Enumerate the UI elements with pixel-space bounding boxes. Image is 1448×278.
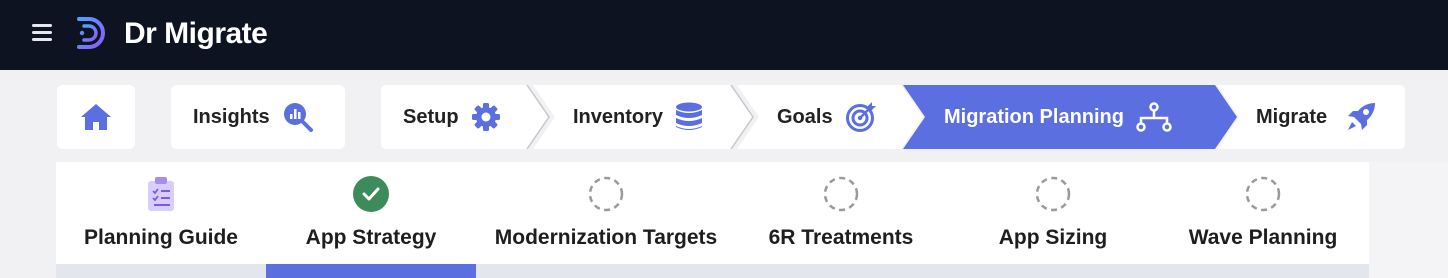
dr-migrate-logo-icon [76, 16, 106, 50]
step-goals[interactable]: Goals [777, 85, 877, 149]
top-app-bar: Dr Migrate [0, 0, 1448, 70]
tab-6r-treatments[interactable]: 6R Treatments [736, 162, 946, 264]
home-icon [81, 104, 111, 130]
stepper-background [381, 85, 1405, 149]
tab-planning-guide-label: Planning Guide [83, 226, 238, 249]
tab-app-strategy-label: App Strategy [305, 226, 437, 249]
gear-icon [471, 103, 500, 131]
dashed-circle-icon [823, 176, 859, 212]
tab-6r-treatments-label: 6R Treatments [768, 226, 914, 249]
sitemap-icon [1136, 102, 1172, 132]
step-inventory[interactable]: Inventory [573, 85, 703, 149]
step-setup[interactable]: Setup [403, 85, 501, 149]
step-migrate-label: Migrate [1256, 105, 1328, 128]
step-migrate[interactable]: Migrate [1256, 85, 1377, 149]
tab-app-strategy[interactable]: App Strategy [266, 162, 476, 264]
dashed-circle-icon [588, 176, 624, 212]
tab-modernization-targets[interactable]: Modernization Targets [476, 162, 736, 264]
target-icon [845, 102, 876, 132]
tab-wave-planning[interactable]: Wave Planning [1160, 162, 1366, 264]
panel-gutter [1369, 162, 1448, 278]
step-setup-label: Setup [403, 105, 459, 128]
dashed-circle-icon [1245, 176, 1281, 212]
process-stepper: Setup Inventory Goals Migration Planning… [381, 85, 1405, 149]
home-button[interactable] [57, 85, 135, 149]
tab-modernization-targets-label: Modernization Targets [494, 226, 718, 249]
insights-button[interactable]: Insights [171, 85, 345, 149]
step-inventory-label: Inventory [573, 105, 664, 128]
tab-app-sizing[interactable]: App Sizing [946, 162, 1160, 264]
dashed-circle-icon [1035, 176, 1071, 212]
tab-app-sizing-label: App Sizing [998, 226, 1108, 249]
clipboard-checklist-icon [143, 176, 179, 212]
step-migration-planning[interactable]: Migration Planning [944, 85, 1172, 149]
tab-wave-planning-label: Wave Planning [1188, 226, 1338, 249]
step-migration-planning-label: Migration Planning [944, 105, 1124, 128]
hamburger-menu-icon[interactable] [32, 22, 54, 42]
migration-step-nav: Insights Setup Inventory Goals Migration… [0, 84, 1448, 152]
rocket-icon [1348, 103, 1376, 130]
insights-label: Insights [193, 105, 270, 128]
tab-active-indicator [266, 264, 476, 278]
tab-progress-track [56, 264, 1369, 278]
check-circle-icon [353, 176, 389, 212]
database-icon [676, 102, 703, 130]
planning-subtabs: Planning Guide App Strategy Modernizatio… [56, 162, 1369, 278]
tab-planning-guide[interactable]: Planning Guide [56, 162, 266, 264]
app-brand-title: Dr Migrate [124, 17, 268, 50]
chart-search-icon [283, 103, 313, 132]
step-goals-label: Goals [777, 105, 833, 128]
